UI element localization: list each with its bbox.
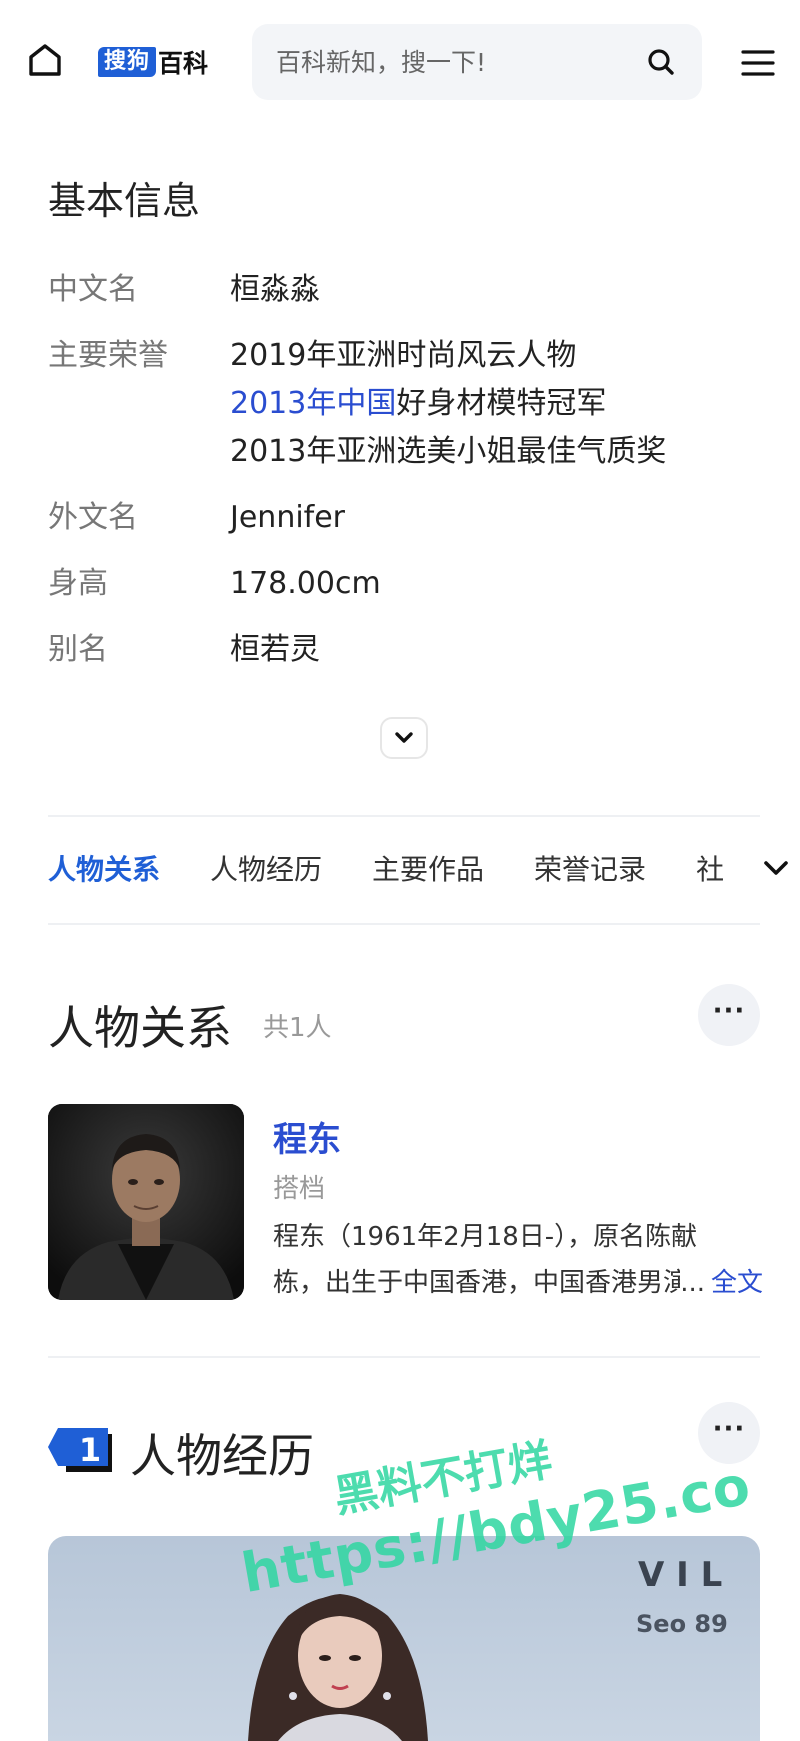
info-row-honors: 主要荣誉 2019年亚洲时尚风云人物 2013年中国好身材模特冠军 2013年亚… — [48, 332, 768, 476]
person-role: 搭档 — [273, 1174, 326, 1204]
experience-more-button[interactable]: ··· — [698, 1402, 760, 1464]
info-row-chinese-name: 中文名 桓淼淼 — [48, 266, 768, 314]
info-row-foreign-name: 外文名 Jennifer — [48, 494, 768, 542]
tab-works[interactable]: 主要作品 — [372, 846, 484, 894]
divider — [48, 923, 760, 925]
basic-info-list: 中文名 桓淼淼 主要荣誉 2019年亚洲时尚风云人物 2013年中国好身材模特冠… — [48, 266, 768, 692]
person-description: 程东（1961年2月18日-），原名陈献 栋，出生于中国香港，中国香港男演员 .… — [273, 1214, 763, 1306]
person-portrait-image — [48, 1104, 244, 1300]
relations-more-button[interactable]: ··· — [698, 984, 760, 1046]
experience-title: 人物经历 — [130, 1429, 314, 1483]
expand-info-button[interactable] — [380, 717, 428, 759]
search-input[interactable] — [276, 47, 644, 77]
person-name-link[interactable]: 程东 — [273, 1112, 341, 1161]
menu-icon[interactable] — [740, 46, 776, 80]
tab-relations[interactable]: 人物关系 — [48, 846, 160, 894]
more-dots-icon: ··· — [712, 1414, 746, 1444]
svg-text:V I L: V I L — [638, 1555, 722, 1595]
info-key: 外文名 — [48, 500, 138, 535]
honor-item: 2013年中国好身材模特冠军 — [230, 380, 666, 428]
info-value: 桓淼淼 — [230, 272, 320, 307]
honor-item-rest: 好身材模特冠军 — [396, 386, 607, 421]
tab-social[interactable]: 社 — [696, 846, 724, 894]
basic-info-title: 基本信息 — [48, 179, 201, 223]
logo-box: 搜狗 — [98, 47, 157, 77]
search-bar — [252, 24, 702, 100]
tab-honors[interactable]: 荣誉记录 — [534, 846, 646, 894]
honor-item: 2019年亚洲时尚风云人物 — [230, 338, 577, 373]
info-key: 身高 — [48, 566, 108, 601]
info-key: 别名 — [48, 632, 108, 667]
experience-photo[interactable]: V I L Seo 89 — [48, 1536, 760, 1741]
honor-link[interactable]: 2013年中国 — [230, 386, 396, 421]
full-text-link[interactable]: 全文 — [711, 1260, 763, 1306]
top-bar: 搜狗 百科 — [0, 0, 800, 128]
info-key: 主要荣誉 — [48, 338, 168, 373]
sogou-baike-logo[interactable]: 搜狗 百科 — [98, 45, 208, 79]
more-dots-icon: ··· — [712, 996, 746, 1026]
chevron-down-icon — [395, 732, 413, 743]
relations-count: 共1人 — [263, 1013, 332, 1043]
tab-experience[interactable]: 人物经历 — [210, 846, 322, 894]
info-key: 中文名 — [48, 272, 138, 307]
search-icon[interactable] — [644, 45, 678, 79]
info-row-height: 身高 178.00cm — [48, 560, 768, 608]
info-value: 178.00cm — [230, 566, 381, 601]
desc-ellipsis: ... — [680, 1268, 705, 1298]
svg-text:Seo 89: Seo 89 — [636, 1610, 728, 1638]
logo-text: 百科 — [158, 49, 209, 78]
info-value: 桓若灵 — [230, 632, 320, 667]
divider — [48, 1356, 760, 1358]
chevron-down-icon[interactable] — [760, 852, 792, 884]
info-value: Jennifer — [230, 500, 346, 535]
relations-title: 人物关系 — [48, 1001, 232, 1055]
info-value: 2019年亚洲时尚风云人物 2013年中国好身材模特冠军 2013年亚洲选美小姐… — [230, 332, 666, 476]
section-number: 1 — [78, 1431, 102, 1469]
section-tabs: 人物关系 人物经历 主要作品 荣誉记录 社 — [48, 846, 760, 894]
experience-photo-image: V I L Seo 89 — [48, 1536, 760, 1741]
desc-line: 程东（1961年2月18日-），原名陈献 — [273, 1222, 698, 1252]
info-row-alias: 别名 桓若灵 — [48, 626, 768, 674]
person-photo[interactable] — [48, 1104, 244, 1300]
watermark-line: 黑料不打烊 — [330, 1434, 556, 1523]
desc-line: 栋，出生于中国香港，中国香港男演员 — [273, 1268, 681, 1298]
honor-item: 2013年亚洲选美小姐最佳气质奖 — [230, 434, 667, 469]
home-icon[interactable] — [26, 41, 64, 79]
divider — [48, 815, 760, 817]
